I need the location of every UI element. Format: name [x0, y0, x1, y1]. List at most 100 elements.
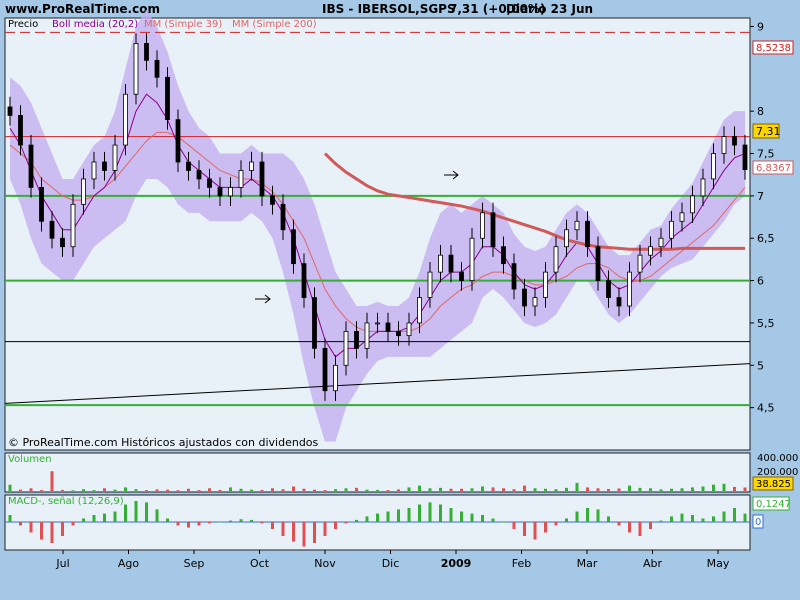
x-tick-label: Oct — [250, 557, 270, 570]
volume-bar — [376, 489, 379, 491]
volume-bar — [323, 490, 327, 491]
candle-body — [742, 144, 748, 171]
volume-bar — [166, 489, 169, 491]
legend-boll: Boll media (20,2) — [52, 19, 138, 30]
macd-bar — [376, 513, 379, 522]
volume-bar — [239, 488, 243, 491]
candle-body — [81, 178, 86, 205]
candle-body — [18, 115, 23, 146]
y-tick-label: 8 — [757, 105, 764, 118]
volume-label: Volumen — [8, 454, 52, 465]
candle-body — [280, 203, 286, 231]
volume-bar — [386, 490, 390, 491]
volume-bar — [533, 488, 537, 491]
macd-bar — [554, 522, 558, 526]
candle-body — [637, 254, 643, 273]
volume-bar — [61, 489, 64, 491]
candle-body — [417, 297, 422, 324]
macd-bar — [628, 522, 631, 533]
macd-bar — [680, 513, 684, 522]
footer-note: © ProRealTime.com Históricos ajustados c… — [8, 436, 319, 449]
macd-bar — [691, 515, 694, 522]
macd-bar — [50, 522, 54, 543]
macd-bar — [407, 508, 411, 522]
macd-bar — [523, 522, 526, 536]
candle-body — [228, 187, 233, 197]
volume-bar — [743, 487, 747, 491]
macd-label: MACD-, señal (12,26,9) — [8, 496, 124, 507]
volume-bar — [271, 488, 274, 491]
volume-bar — [208, 488, 211, 491]
volume-bar — [260, 489, 264, 491]
macd-bar — [187, 522, 190, 528]
macd-bar — [502, 522, 505, 523]
volume-bar — [449, 488, 453, 491]
volume-bar — [397, 489, 400, 491]
candle-body — [480, 212, 485, 239]
volume-bar — [281, 489, 285, 491]
macd-bar — [617, 522, 621, 526]
x-tick-label: Dic — [382, 557, 400, 570]
macd-bar — [40, 522, 43, 540]
candle-body — [375, 322, 380, 325]
macd-bar — [271, 522, 274, 529]
volume-bar — [680, 488, 684, 491]
candle-body — [574, 220, 580, 231]
ma200-price-label: 6,8367 — [756, 163, 791, 174]
macd-bar — [71, 522, 75, 526]
macd-bar — [250, 519, 253, 522]
y-tick-label: 5 — [757, 359, 764, 372]
volume-bar — [365, 489, 369, 491]
volume-bar — [596, 488, 600, 491]
stock-chart[interactable]: 9 8 7,5 7 6,5 6 5,5 5 4,5 Jul Ago Sep Oct Nov Dic 2009 F… — [0, 0, 800, 600]
macd-bar — [229, 520, 232, 522]
candle-body — [732, 136, 737, 146]
volume-panel — [4, 452, 751, 493]
candle-body — [301, 263, 307, 298]
candle-body — [291, 229, 296, 265]
macd-bar — [397, 509, 400, 522]
volume-bar — [71, 490, 75, 491]
y-tick-label: 5,5 — [757, 317, 775, 330]
volume-bar — [92, 490, 96, 491]
resistance-price-label: 8,5238 — [756, 43, 791, 54]
macd-bar — [145, 502, 148, 522]
volume-bar — [428, 488, 432, 491]
macd-bar — [460, 511, 463, 522]
macd-bar — [638, 522, 642, 536]
macd-bar — [712, 516, 715, 522]
volume-bar — [19, 489, 22, 491]
macd-bar — [281, 522, 285, 536]
macd-bar — [596, 509, 600, 522]
candle-body — [270, 195, 275, 205]
volume-bar — [733, 486, 736, 491]
volume-bar — [82, 489, 85, 491]
volume-bar — [176, 490, 180, 491]
volume-bar — [617, 488, 621, 491]
macd-bar — [323, 522, 327, 536]
volume-bar — [628, 485, 631, 491]
candle-body — [322, 347, 328, 392]
x-tick-label: 2009 — [441, 557, 472, 570]
y-tick-label: 4,5 — [757, 402, 775, 415]
volume-bar — [470, 488, 474, 491]
candle-body — [690, 195, 695, 214]
macd-bar — [365, 516, 369, 522]
x-tick-label: May — [707, 557, 730, 570]
candle-body — [259, 161, 265, 197]
volume-bar — [134, 489, 138, 491]
macd-bar — [491, 518, 495, 522]
candle-body — [595, 246, 601, 281]
volume-bar — [29, 488, 33, 491]
candle-body — [553, 246, 559, 273]
x-tick-label: Sep — [184, 557, 205, 570]
candle-body — [511, 263, 517, 290]
volume-bar — [701, 486, 705, 491]
volume-current-label: 38.825 — [756, 479, 791, 490]
candle-body — [7, 106, 13, 116]
volume-bar — [712, 484, 715, 491]
volume-bar — [218, 489, 222, 491]
macd-bar — [418, 504, 421, 522]
candle-body — [606, 280, 611, 298]
macd-bar — [292, 522, 295, 542]
